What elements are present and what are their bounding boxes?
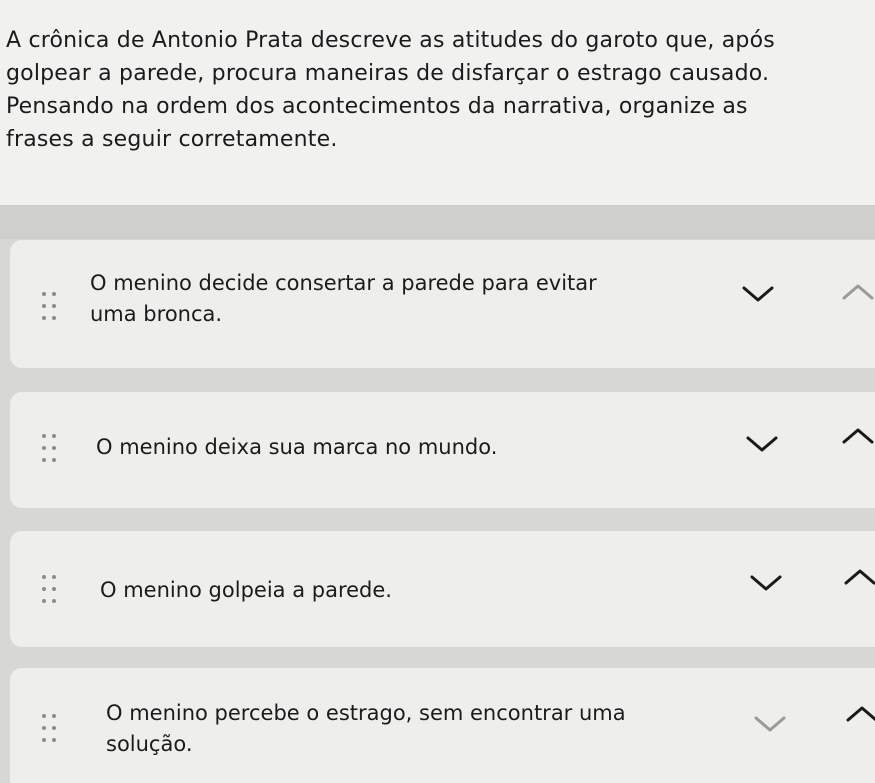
item-line: O menino percebe o estrago, sem encontra…: [106, 701, 626, 725]
chevron-up-icon[interactable]: [840, 565, 875, 589]
drag-handle-icon[interactable]: [42, 714, 58, 744]
item-text: O menino deixa sua marca no mundo.: [96, 432, 497, 463]
question-line: golpear a parede, procura maneiras de di…: [6, 61, 770, 86]
chevron-down-icon[interactable]: [750, 712, 790, 736]
item-line: O menino deixa sua marca no mundo.: [96, 435, 498, 459]
drag-handle-icon[interactable]: [42, 434, 58, 464]
item-line: O menino decide consertar a parede para …: [90, 271, 597, 295]
sortable-item[interactable]: O menino percebe o estrago, sem encontra…: [10, 668, 875, 783]
question-line: frases a seguir corretamente.: [6, 127, 338, 152]
drag-handle-icon[interactable]: [42, 292, 58, 322]
sortable-item[interactable]: O menino decide consertar a parede para …: [10, 240, 875, 368]
chevron-down-icon[interactable]: [742, 432, 782, 456]
item-text: O menino golpeia a parede.: [100, 575, 392, 606]
question-prompt: A crônica de Antonio Prata descreve as a…: [0, 0, 875, 205]
item-text: O menino decide consertar a parede para …: [90, 268, 597, 330]
item-text: O menino percebe o estrago, sem encontra…: [106, 698, 626, 760]
drag-handle-icon[interactable]: [42, 575, 58, 605]
chevron-up-icon[interactable]: [838, 280, 875, 304]
chevron-down-icon[interactable]: [738, 282, 778, 306]
item-line: uma bronca.: [90, 302, 223, 326]
chevron-up-icon[interactable]: [842, 702, 875, 726]
question-line: A crônica de Antonio Prata descreve as a…: [6, 28, 775, 53]
chevron-down-icon[interactable]: [746, 571, 786, 595]
question-line: Pensando na ordem dos acontecimentos da …: [6, 94, 748, 119]
sortable-item[interactable]: O menino deixa sua marca no mundo.: [10, 392, 875, 508]
item-line: solução.: [106, 732, 193, 756]
item-line: O menino golpeia a parede.: [100, 578, 392, 602]
section-divider: [0, 205, 875, 239]
chevron-up-icon[interactable]: [838, 424, 875, 448]
sortable-item[interactable]: O menino golpeia a parede.: [10, 531, 875, 647]
